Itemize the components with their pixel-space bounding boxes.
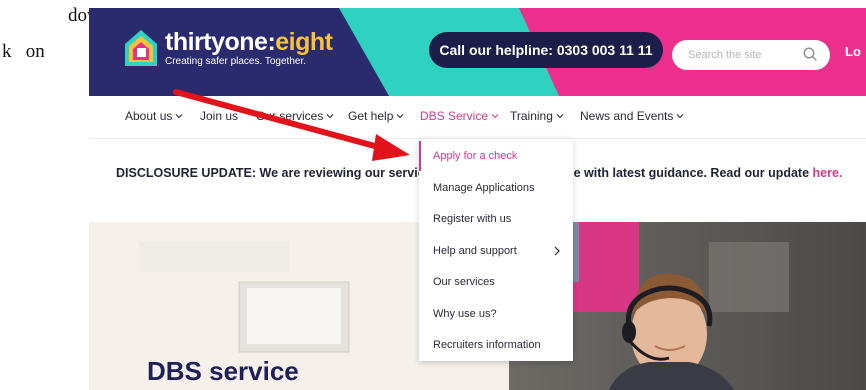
nav-item-news-and-events[interactable]: News and Events xyxy=(580,109,684,123)
nav-item-label: Our services xyxy=(256,109,324,123)
nav-item-get-help[interactable]: Get help xyxy=(348,109,404,123)
nav-item-label: DBS Service xyxy=(420,109,489,123)
chevron-down-icon xyxy=(396,114,404,119)
chevron-right-icon[interactable] xyxy=(553,246,561,256)
logo-tagline: Creating safer places. Together. xyxy=(165,56,307,67)
document-fragment: down k on xyxy=(0,0,110,390)
menu-item-register-with-us[interactable]: Register with us xyxy=(433,213,511,225)
disclosure-text: line with latest guidance. Read our upda… xyxy=(559,166,810,180)
search-box[interactable] xyxy=(672,40,830,70)
helpline-button[interactable]: Call our helpline: 0303 003 11 11 xyxy=(429,32,663,68)
active-item-indicator xyxy=(419,141,421,171)
logo-house-icon xyxy=(125,30,157,66)
nav-item-label: Training xyxy=(510,109,553,123)
dbs-service-dropdown-menu: Apply for a check Manage Applications Re… xyxy=(419,138,573,361)
website-screenshot: thirtyone:eight Creating safer places. T… xyxy=(89,0,866,390)
main-navigation: About us Join us Our services Get help D… xyxy=(89,96,866,139)
chevron-down-icon xyxy=(677,114,684,119)
hero-title: DBS service xyxy=(147,356,299,386)
menu-item-our-services[interactable]: Our services xyxy=(433,276,495,288)
read-update-link[interactable]: here. xyxy=(813,166,843,180)
search-icon[interactable] xyxy=(802,46,818,62)
chevron-down-icon xyxy=(556,114,564,119)
site-header: thirtyone:eight Creating safer places. T… xyxy=(89,8,866,96)
document-text-line: k on xyxy=(2,41,45,62)
nav-item-label: Get help xyxy=(348,109,394,123)
menu-item-help-and-support[interactable]: Help and support xyxy=(433,245,517,257)
nav-item-training[interactable]: Training xyxy=(510,109,564,123)
chevron-down-icon xyxy=(175,114,183,119)
nav-item-label: Join us xyxy=(200,109,239,123)
menu-item-why-use-us[interactable]: Why use us? xyxy=(433,308,497,320)
nav-item-label: News and Events xyxy=(580,109,674,123)
nav-item-about-us[interactable]: About us xyxy=(125,109,183,123)
chevron-down-icon xyxy=(491,114,499,119)
disclosure-update-text: DISCLOSURE UPDATE: We are reviewing our … xyxy=(116,166,432,180)
chevron-down-icon xyxy=(326,114,334,119)
disclosure-update-text-continued: line with latest guidance. Read our upda… xyxy=(559,166,842,180)
logo-wordmark: thirtyone:eight xyxy=(165,28,333,56)
site-logo[interactable]: thirtyone:eight Creating safer places. T… xyxy=(123,28,333,68)
nav-item-label: About us xyxy=(125,109,173,123)
nav-item-join-us[interactable]: Join us xyxy=(200,109,238,123)
login-link[interactable]: Lo xyxy=(845,44,861,59)
menu-item-apply-for-a-check[interactable]: Apply for a check xyxy=(433,150,517,162)
nav-item-our-services[interactable]: Our services xyxy=(256,109,334,123)
search-input[interactable] xyxy=(686,48,800,62)
menu-item-manage-applications[interactable]: Manage Applications xyxy=(433,182,535,194)
nav-item-dbs-service[interactable]: DBS Service xyxy=(420,109,499,123)
menu-item-recruiters-information[interactable]: Recruiters information xyxy=(433,339,541,351)
